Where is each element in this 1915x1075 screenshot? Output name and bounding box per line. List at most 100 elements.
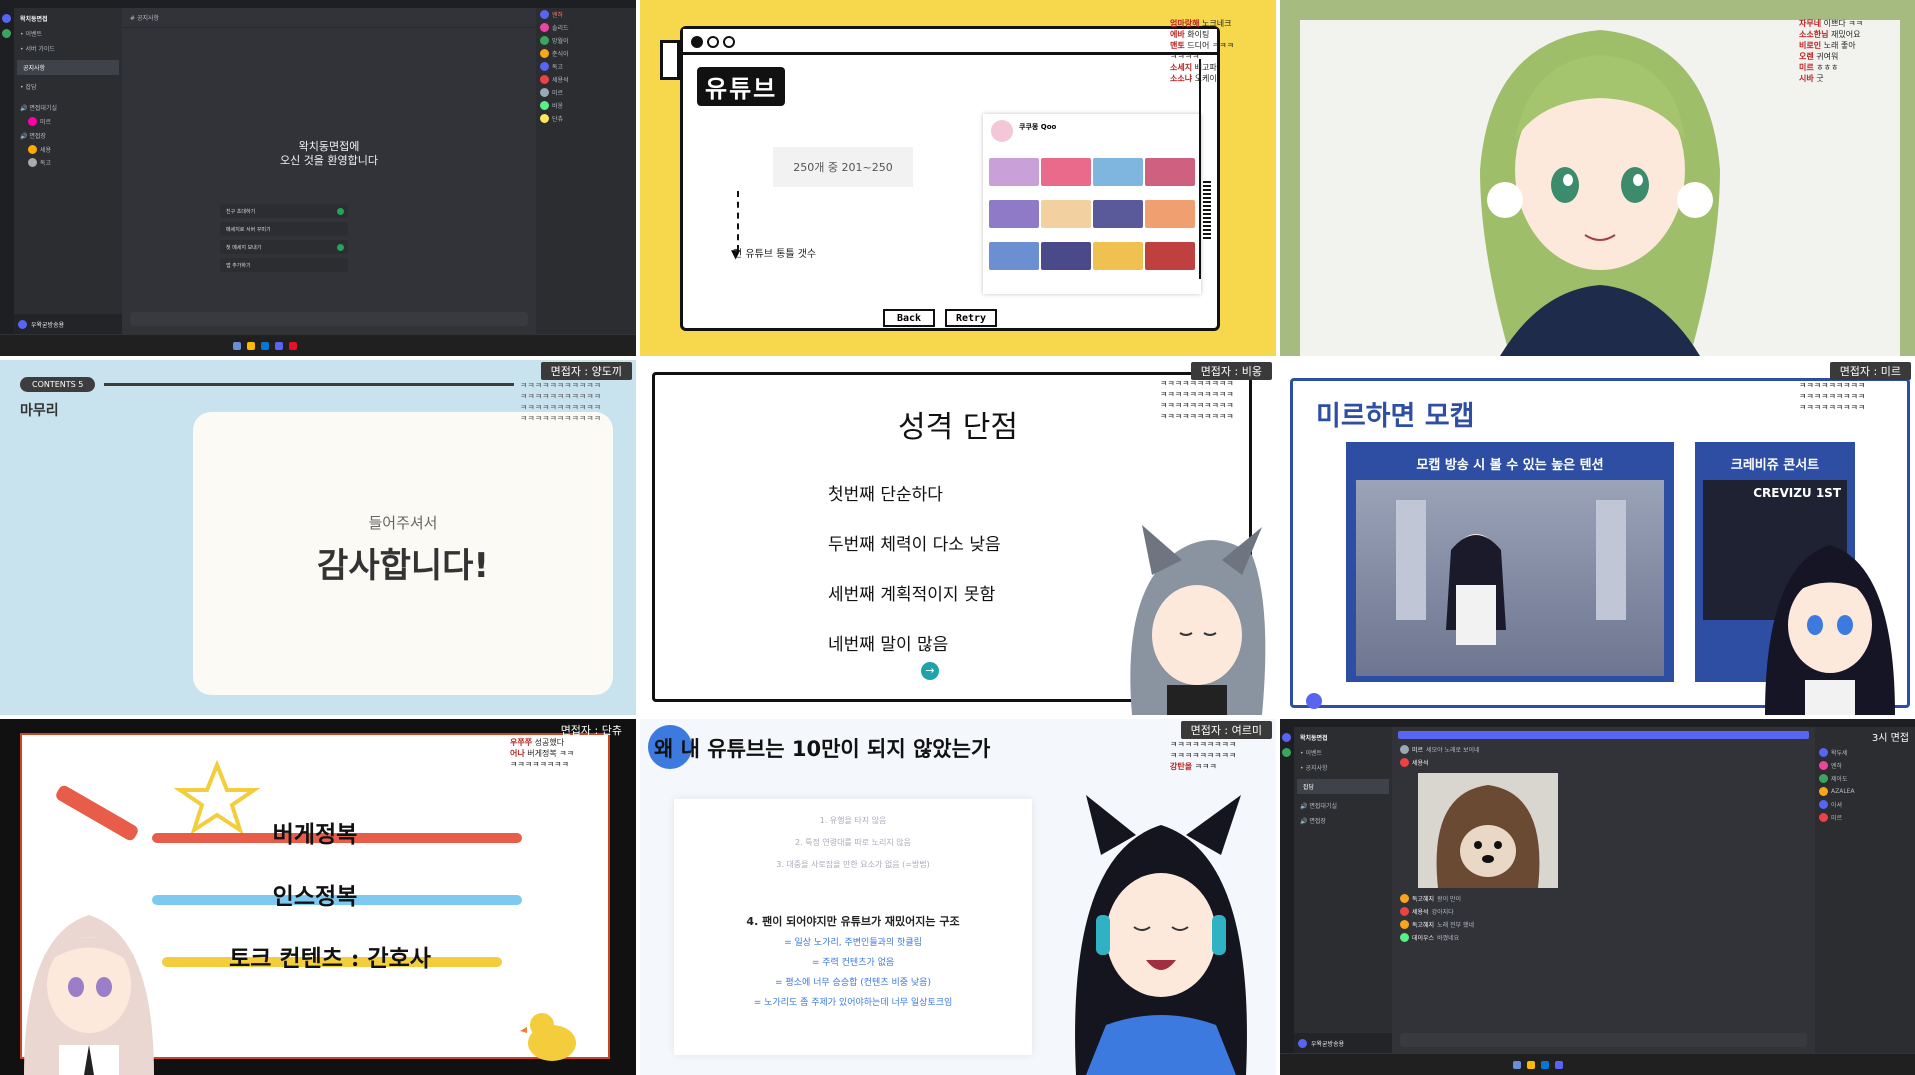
scroll-thumb[interactable]	[1203, 179, 1211, 239]
member-item[interactable]: 독고	[536, 60, 636, 73]
contents-badge: CONTENTS 5	[20, 377, 96, 392]
message-input[interactable]	[1400, 1033, 1807, 1047]
channel-item[interactable]: • 이벤트	[1294, 745, 1392, 760]
voice-channel[interactable]: 🔊 면접대기실	[1294, 798, 1392, 813]
server-icon[interactable]	[2, 14, 11, 23]
video-thumbnail[interactable]	[1145, 242, 1195, 270]
video-thumbnail[interactable]	[1145, 158, 1195, 186]
channel-item[interactable]: • 이벤트	[14, 26, 122, 41]
member-item[interactable]: 제아도	[1815, 772, 1915, 785]
notice-bar[interactable]	[1398, 731, 1809, 739]
youtube-100k-slide: 왜 내 유튜브는 10만이 되지 않았는가 면접자 : 여르미 1. 유행을 타…	[640, 719, 1276, 1075]
card-title: 모캡 방송 시 볼 수 있는 높은 텐션	[1416, 458, 1604, 473]
message-input[interactable]	[130, 312, 528, 326]
chat-line: 소세지 배고파	[1170, 63, 1217, 72]
avatar[interactable]	[18, 319, 27, 329]
member-item[interactable]: 망월이	[536, 34, 636, 47]
task-row[interactable]: 메세지로 서버 꾸미기	[220, 222, 348, 236]
video-thumbnail[interactable]	[1093, 158, 1143, 186]
chat-overlay: 자무네 이쁘다 ㅋㅋ 소소한님 재밌어요 비로인 노래 좋아 오렌 귀여워 미르…	[1799, 18, 1909, 84]
check-icon	[337, 243, 344, 251]
title-bar	[0, 0, 636, 8]
folder-icon[interactable]	[247, 342, 255, 350]
voice-channel[interactable]: 🔊 면접장	[1294, 813, 1392, 828]
channel-item-active[interactable]: 공지사항	[17, 60, 119, 75]
chat-line: 시바 굿	[1799, 74, 1824, 83]
video-thumbnail[interactable]	[1041, 200, 1091, 228]
youtube-retro-slide: 유튜브 250개 중 201~250 ▼ 전 유튜브 통틀 갯수 쿠쿠몽 Qoo	[640, 0, 1276, 356]
next-arrow-icon[interactable]: →	[921, 662, 939, 680]
chat-line: 비로인 노래 좋아	[1799, 41, 1856, 50]
member-item[interactable]: 아셔	[1815, 798, 1915, 811]
video-thumbnail[interactable]	[1041, 158, 1091, 186]
scrollbar[interactable]	[1199, 59, 1211, 279]
server-name[interactable]: 왁치동면접	[1294, 727, 1392, 745]
member-item[interactable]: 왁두세	[1815, 746, 1915, 759]
slide-title: 미르하면 모캡	[1316, 401, 1475, 432]
voice-channel[interactable]: 🔊 면접장	[14, 128, 122, 143]
dog-photo[interactable]	[1418, 773, 1558, 888]
video-thumbnail[interactable]	[1093, 200, 1143, 228]
arrow-line	[737, 191, 739, 251]
video-thumbnail[interactable]	[1093, 242, 1143, 270]
window-dot-icon[interactable]	[691, 36, 703, 48]
windows-taskbar	[0, 334, 636, 356]
channel-item-active[interactable]: 잡담	[1297, 779, 1389, 794]
channel-item[interactable]: • 공지사항	[1294, 760, 1392, 775]
server-icon[interactable]	[1282, 733, 1291, 742]
member-item[interactable]: 엔하	[536, 8, 636, 21]
channel-item[interactable]: • 서버 가이드	[14, 41, 122, 56]
server-icon[interactable]	[2, 29, 11, 38]
video-thumbnail[interactable]	[989, 158, 1039, 186]
member-item[interactable]: 미르	[1815, 811, 1915, 824]
channel-sidebar: 왁치동면접 • 이벤트 • 공지사항 잡담 🔊 면접대기실 🔊 면접장 우왁굳방…	[1294, 727, 1392, 1053]
chat-overlay: ㅋㅋㅋㅋㅋㅋㅋㅋㅋㅋㅋ ㅋㅋㅋㅋㅋㅋㅋㅋㅋㅋㅋ ㅋㅋㅋㅋㅋㅋㅋㅋㅋㅋㅋ ㅋㅋㅋㅋㅋㅋㅋ…	[520, 381, 601, 423]
discord-dog-panel: 왁치동면접 • 이벤트 • 공지사항 잡담 🔊 면접대기실 🔊 면접장 우왁굳방…	[1280, 719, 1915, 1075]
server-icon[interactable]	[1282, 748, 1291, 757]
window-dot-icon[interactable]	[723, 36, 735, 48]
weakness-item: 첫번째 단순하다	[828, 485, 943, 505]
member-item[interactable]: 비옹	[536, 99, 636, 112]
member-item[interactable]: 솔리드	[536, 21, 636, 34]
point-item: = 평소에 너무 승승합 (컨텐츠 비중 낮음)	[775, 978, 931, 988]
window-dot-icon[interactable]	[707, 36, 719, 48]
chat-main: # 공지사항 왁치동면접에 오신 것을 환영합니다 친구 초대하기 메세지로 서…	[122, 8, 536, 334]
member-item[interactable]: 단츄	[536, 112, 636, 125]
member-item[interactable]: 춘식이	[536, 47, 636, 60]
message: 독고혜지 왕이 만이	[1392, 892, 1815, 905]
channel-item[interactable]: • 잡담	[14, 79, 122, 94]
server-name[interactable]: 왁치동면접	[14, 8, 122, 26]
member-item[interactable]: 세용석	[536, 73, 636, 86]
point-item: = 노가리도 좀 주제가 있어야하는데 너무 일상토크임	[753, 998, 953, 1008]
video-thumbnail[interactable]	[1041, 242, 1091, 270]
task-row[interactable]: 친구 초대하기	[220, 204, 348, 218]
youtube-logo: 유튜브	[697, 67, 786, 106]
windows-start-icon[interactable]	[233, 342, 241, 350]
avatar[interactable]	[1298, 1038, 1307, 1048]
voice-member: 독고	[14, 156, 122, 169]
windows-start-icon[interactable]	[1513, 1061, 1521, 1069]
retry-button[interactable]: Retry	[945, 309, 997, 327]
edge-icon[interactable]	[1541, 1061, 1549, 1069]
video-thumbnail[interactable]	[1145, 200, 1195, 228]
video-thumbnail[interactable]	[989, 242, 1039, 270]
discord-icon[interactable]	[275, 342, 283, 350]
mocap-card: 모캡 방송 시 볼 수 있는 높은 텐션	[1346, 442, 1674, 682]
personality-slide: 면접자 : 비옹 성격 단점 첫번째 단순하다 두번째 체력이 다소 낮음 세번…	[640, 360, 1276, 715]
edge-icon[interactable]	[261, 342, 269, 350]
discord-icon[interactable]	[1555, 1061, 1563, 1069]
vtuber-avatar	[1075, 795, 1247, 1075]
voice-channel[interactable]: 🔊 면접대기실	[14, 100, 122, 115]
skills-slide: 버게정복 인스정복 토크 컨텐츠 : 간호사 면접자 : 단츄 우쭈쭈 성공했다…	[0, 719, 636, 1075]
folder-icon[interactable]	[1527, 1061, 1535, 1069]
chat-overlay: ㅋㅋㅋㅋㅋㅋㅋㅋㅋ ㅋㅋㅋㅋㅋㅋㅋㅋㅋ ㅋㅋㅋㅋㅋㅋㅋㅋㅋ	[1799, 381, 1866, 412]
member-item[interactable]: 엔하	[1815, 759, 1915, 772]
member-item[interactable]: AZALEA	[1815, 785, 1915, 798]
voice-member: 미르	[14, 115, 122, 128]
task-row[interactable]: 앱 추가하기	[220, 258, 348, 272]
task-row[interactable]: 첫 메세지 보내기	[220, 240, 348, 254]
video-thumbnail[interactable]	[989, 200, 1039, 228]
back-button[interactable]: Back	[883, 309, 935, 327]
app-icon[interactable]	[289, 342, 297, 350]
member-item[interactable]: 미르	[536, 86, 636, 99]
